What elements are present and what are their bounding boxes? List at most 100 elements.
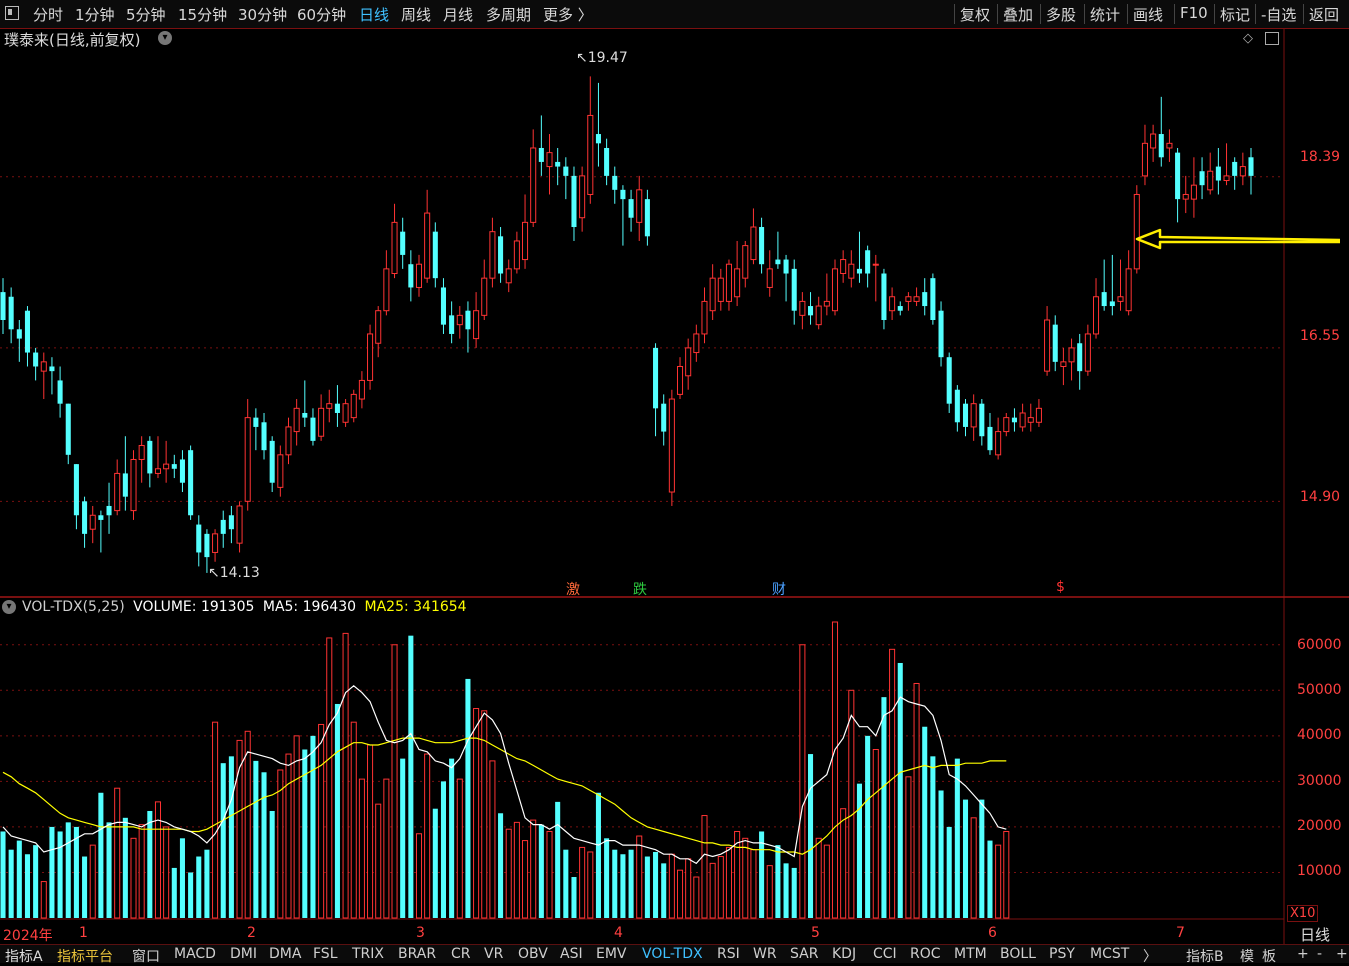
indicator-tab[interactable]: - [1317,946,1322,962]
event-marker-surge[interactable]: 激 [566,579,580,599]
candle-body [1141,142,1148,177]
candle-body [513,240,520,270]
volume-bar [831,621,839,919]
indicator-tab[interactable]: + [1336,946,1348,962]
candle-body [481,277,488,316]
volume-bar [636,835,643,919]
volume-bar [579,846,586,919]
time-axis-year: 2024年 [3,928,53,944]
ma5-line [2,685,1007,865]
volume-bar [0,831,6,918]
volume-bar [701,815,708,919]
volume-bar [498,813,504,918]
indicator-tab[interactable]: 指标A [5,946,43,966]
volume-bar [147,810,153,918]
candle-body [106,505,112,516]
volume-bar [424,753,431,919]
volume-bar [334,703,340,918]
indicator-tab[interactable]: KDJ [832,946,856,962]
candle-body [244,417,251,502]
indicator-header: VOL-TDX(5,25) VOLUME: 191305 MA5: 196430… [22,599,467,615]
indicator-tab[interactable]: MTM [954,946,987,962]
candle-body [154,468,162,474]
period-label[interactable]: 日线 [1300,924,1330,945]
indicator-dropdown-icon[interactable]: ▾ [2,600,16,614]
volume-axis-label: 20000 [1297,818,1342,834]
indicator-tab[interactable]: OBV [518,946,548,962]
annotation-arrow [1135,228,1341,250]
indicator-tab[interactable]: MCST [1090,946,1129,962]
indicator-tab[interactable]: FSL [313,946,338,962]
indicator-tab[interactable]: DMA [269,946,301,962]
indicator-tab[interactable]: 指标平台 [57,946,113,966]
candle-body [1223,175,1230,182]
candle-body [49,366,55,372]
volume-bar [546,830,553,919]
volume-bar [375,803,382,919]
indicator-name: VOL-TDX(5,25) [22,599,125,615]
indicator-tab[interactable]: BOLL [1000,946,1036,962]
volume-bar [889,648,896,919]
candle-body [661,403,667,432]
volume-bar [693,876,700,919]
indicator-tab[interactable]: 〉 [1143,946,1157,966]
kline-chart[interactable] [0,0,1349,962]
indicator-tab[interactable]: ROC [910,946,941,962]
event-marker-drop[interactable]: 跌 [633,579,647,599]
volume-bar [759,831,765,918]
candle-body [138,445,145,460]
time-axis-month: 6 [988,925,997,941]
candle-body [82,501,88,534]
candle-body [1248,157,1254,176]
indicator-tab[interactable]: 窗口 [132,946,160,966]
indicator-tab[interactable]: 模 [1240,946,1254,966]
indicator-tab[interactable]: DMI [230,946,257,962]
volume-bar [8,849,14,918]
indicator-tab[interactable]: EMV [596,946,627,962]
dropdown-icon[interactable]: ▾ [158,31,172,45]
volume-bar [962,799,969,918]
candle-body [693,333,700,354]
candle-body [913,296,920,302]
time-axis-month: 1 [79,925,88,941]
candle-body [1158,134,1164,158]
candle-body [415,263,423,288]
indicator-tab[interactable]: 指标B [1186,946,1224,966]
candle-body [350,393,357,419]
volume-bar [522,840,529,919]
time-axis-month: 3 [416,925,425,941]
indicator-tab[interactable]: SAR [790,946,818,962]
indicator-tab[interactable]: BRAR [398,946,436,962]
candle-body [750,226,757,261]
candle-body [954,389,960,423]
indicator-tab[interactable]: VR [484,946,503,962]
candle-body [163,463,170,470]
indicator-tab[interactable]: CCI [873,946,897,962]
stock-title: 璞泰来(日线,前复权) [4,31,141,49]
candle-body [179,459,185,483]
indicator-tab[interactable]: PSY [1049,946,1075,962]
candle-body [310,417,316,441]
indicator-tab[interactable]: 板 [1262,946,1276,966]
panel-toggle-icon[interactable] [1265,32,1279,45]
volume-bar [595,792,601,918]
indicator-tab[interactable]: VOL-TDX [642,946,703,962]
indicator-tab[interactable]: RSI [717,946,740,962]
volume-bar [815,837,822,919]
volume-bar [979,799,985,918]
candle-body [546,152,553,168]
indicator-tab[interactable]: ASI [560,946,583,962]
indicator-tab[interactable]: TRIX [352,946,384,962]
diamond-icon[interactable]: ◇ [1243,31,1253,46]
event-marker-dividend[interactable]: $ [1056,579,1065,595]
candle-body [204,533,210,558]
event-marker-finance[interactable]: 财 [772,579,786,599]
indicator-tab[interactable]: WR [753,946,777,962]
volume-value: 191305 [200,599,255,615]
indicator-tab[interactable]: CR [451,946,471,962]
volume-bar [717,856,724,919]
candle-body [1215,166,1221,181]
indicator-tab[interactable]: MACD [174,946,216,962]
indicator-tab[interactable]: + [1297,946,1309,962]
time-axis-month: 4 [614,925,623,941]
